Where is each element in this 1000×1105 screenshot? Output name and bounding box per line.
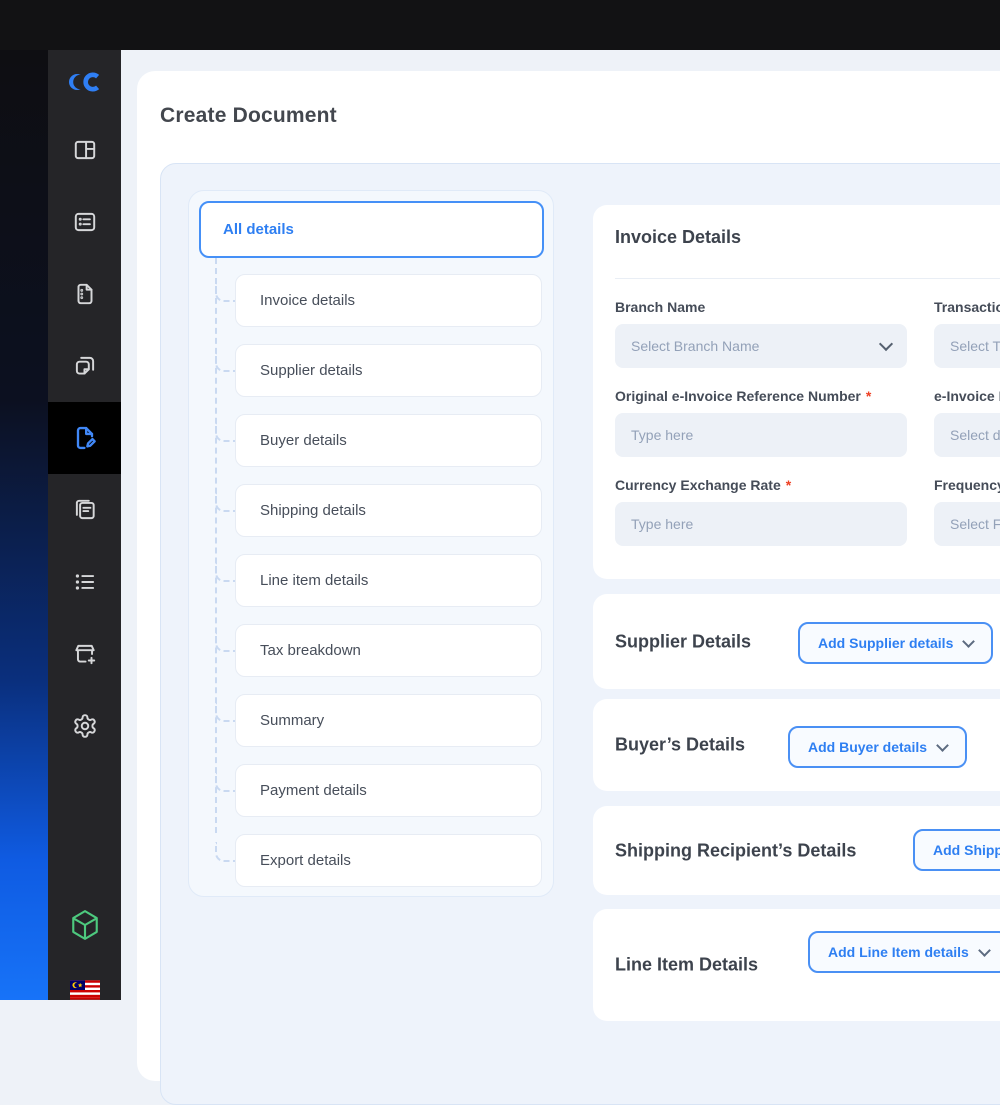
chevron-down-icon xyxy=(962,634,976,648)
add-shipping-recipient-s-details-button[interactable]: Add Shipping Recipient’s details xyxy=(913,829,1000,871)
select-transaction-type[interactable]: Select Transaction Type xyxy=(934,324,1000,368)
invoice-form-grid: Branch Name Select Branch Name Transaction… xyxy=(615,299,1000,546)
copy-icon[interactable] xyxy=(48,330,121,402)
details-nav-card: All details Invoice details Supplier deta… xyxy=(188,190,554,897)
nav-item-invoice-details[interactable]: Invoice details xyxy=(235,274,542,327)
form-field: Branch Name Select Branch Name xyxy=(615,299,907,368)
add-buyer-details-button[interactable]: Add Buyer details xyxy=(788,726,968,768)
select-branch-name[interactable]: Select Branch Name xyxy=(615,324,907,368)
nav-item-supplier-details[interactable]: Supplier details xyxy=(235,344,542,397)
invoice-list-icon[interactable] xyxy=(48,186,121,258)
page-card: Create Document All details Invoice deta… xyxy=(137,71,1000,1105)
tree-connector-line xyxy=(215,258,217,833)
section-card-shipping-recipient-s-details: Shipping Recipient’s Details Add Shipping… xyxy=(593,806,1000,895)
tree-elbow-connector xyxy=(215,422,237,442)
nav-item-payment-details[interactable]: Payment details xyxy=(235,764,542,817)
invoice-details-card: Invoice Details Branch Name Select Branch… xyxy=(593,205,1000,579)
sidebar xyxy=(48,50,121,1000)
form-field: Transaction Type Select Transaction Type xyxy=(934,299,1000,368)
tree-elbow-connector xyxy=(215,772,237,792)
crescent-c-logo[interactable] xyxy=(48,46,121,118)
draft-document-icon[interactable] xyxy=(48,258,121,330)
section-title: Line Item Details xyxy=(615,954,759,975)
invoice-details-title: Invoice Details xyxy=(615,227,742,247)
section-card-line-item-details: Line Item Details Add Line Item details xyxy=(593,909,1000,1021)
documents-stack-icon[interactable] xyxy=(48,474,121,546)
tree-elbow-connector xyxy=(215,352,237,372)
field-label: Branch Name xyxy=(615,299,706,315)
placeholder-text: Select date xyxy=(950,427,1000,443)
edit-document-icon[interactable] xyxy=(48,402,121,474)
tree-elbow-connector xyxy=(215,632,237,652)
section-title: Supplier Details xyxy=(615,631,752,651)
layout-dashboard-icon[interactable] xyxy=(48,114,121,186)
store-add-icon[interactable] xyxy=(48,618,121,690)
settings-gear-icon[interactable] xyxy=(48,690,121,762)
section-title: Buyer’s Details xyxy=(615,734,746,755)
nav-item-buyer-details[interactable]: Buyer details xyxy=(235,414,542,467)
form-field: e-Invoice Date & Time Select date xyxy=(934,388,1000,457)
nav-item-shipping-details[interactable]: Shipping details xyxy=(235,484,542,537)
chevron-down-icon xyxy=(977,943,991,957)
placeholder-text: Select Frequency xyxy=(950,516,1000,532)
form-panel: All details Invoice details Supplier deta… xyxy=(160,163,1000,1105)
tree-elbow-connector xyxy=(215,702,237,722)
section-card-supplier-details: Supplier Details Add Supplier details xyxy=(593,594,1000,689)
required-asterisk: * xyxy=(785,477,792,493)
placeholder-text: Type here xyxy=(631,427,694,443)
add-line-item-details-button[interactable]: Add Line Item details xyxy=(808,931,1000,973)
form-field: Frequency of Billing Select Frequency xyxy=(934,477,1000,546)
field-label: e-Invoice Date & Time xyxy=(934,388,1000,404)
select-e-invoice-date-time[interactable]: Select date xyxy=(934,413,1000,457)
section-card-buyer-s-details: Buyer’s Details Add Buyer details xyxy=(593,699,1000,791)
brand-gradient-strip xyxy=(0,0,48,1000)
field-label: Original e-Invoice Reference Number * xyxy=(615,388,872,404)
form-field: Original e-Invoice Reference Number * Type… xyxy=(615,388,907,457)
nav-item-all-details[interactable]: All details xyxy=(199,201,544,258)
input-currency-exchange-rate[interactable]: Type here xyxy=(615,502,907,546)
cube-icon[interactable] xyxy=(48,889,121,961)
nav-item-export-details[interactable]: Export details xyxy=(235,834,542,887)
list-icon[interactable] xyxy=(48,546,121,618)
top-bar xyxy=(0,0,1000,50)
nav-item-line-item-details[interactable]: Line item details xyxy=(235,554,542,607)
tree-elbow-connector xyxy=(215,492,237,512)
field-label: Transaction Type xyxy=(934,299,1000,315)
divider xyxy=(615,278,1000,279)
add-supplier-details-button[interactable]: Add Supplier details xyxy=(798,622,994,664)
page-title: Create Document xyxy=(160,104,337,127)
placeholder-text: Select Branch Name xyxy=(631,338,760,354)
input-original-e-invoice-reference-number[interactable]: Type here xyxy=(615,413,907,457)
chevron-down-icon xyxy=(936,738,949,752)
select-frequency-of-billing[interactable]: Select Frequency xyxy=(934,502,1000,546)
section-title: Shipping Recipient’s Details xyxy=(615,840,857,860)
tree-elbow-connector xyxy=(215,282,237,302)
nav-item-tax-breakdown[interactable]: Tax breakdown xyxy=(235,624,542,677)
required-asterisk: * xyxy=(865,388,872,404)
placeholder-text: Type here xyxy=(631,516,694,532)
field-label: Frequency of Billing xyxy=(934,477,1000,493)
form-field: Currency Exchange Rate * Type here xyxy=(615,477,907,546)
malaysia-flag-icon[interactable] xyxy=(48,954,121,1026)
field-label: Currency Exchange Rate * xyxy=(615,477,792,493)
main-area: Create Document All details Invoice deta… xyxy=(121,50,1000,1105)
tree-elbow-connector xyxy=(215,842,237,862)
chevron-down-icon xyxy=(878,336,894,352)
placeholder-text: Select Transaction Type xyxy=(950,338,1000,354)
tree-elbow-connector xyxy=(215,562,237,582)
nav-item-summary[interactable]: Summary xyxy=(235,694,542,747)
